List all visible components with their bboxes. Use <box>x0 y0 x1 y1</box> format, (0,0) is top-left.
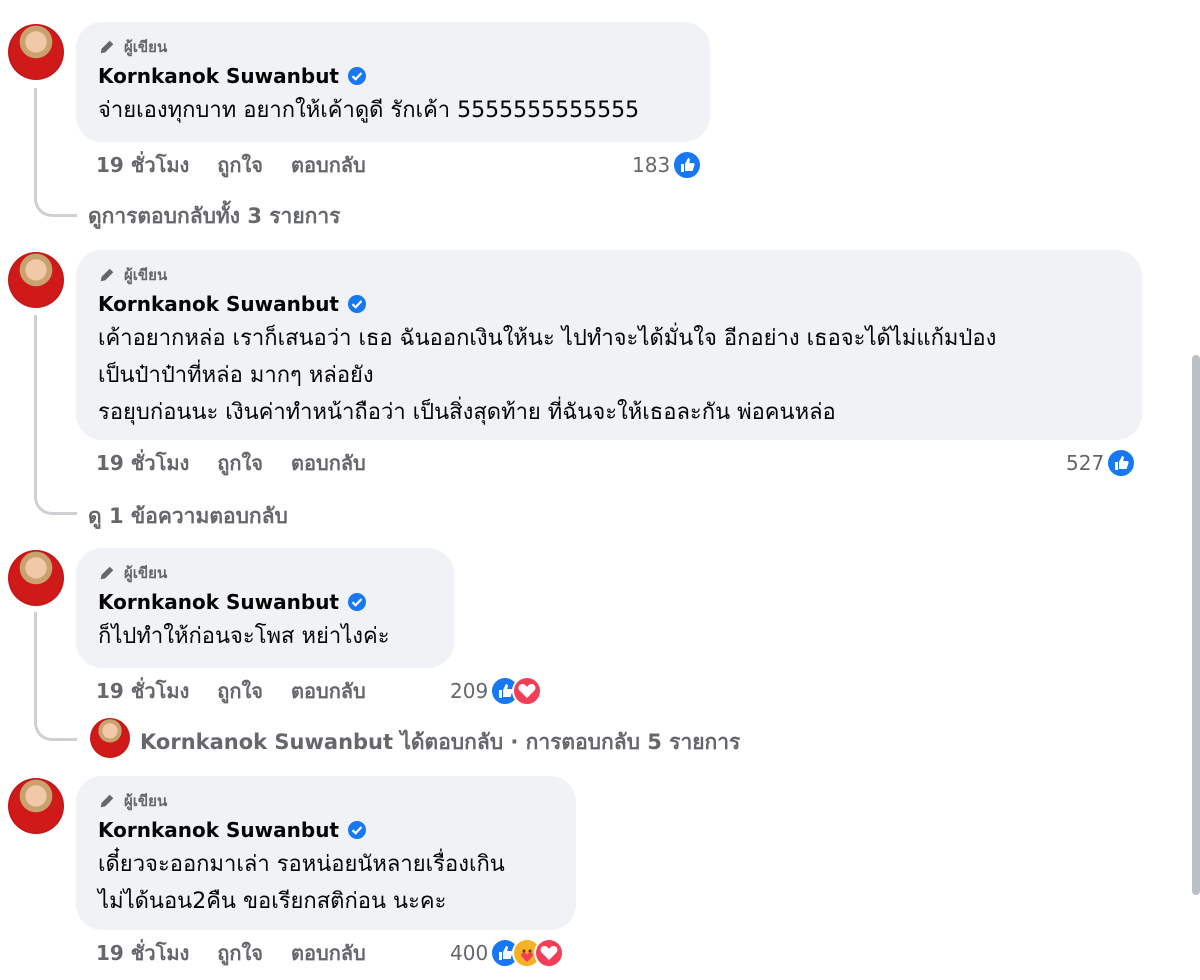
reply-button[interactable]: ตอบกลับ <box>291 937 366 969</box>
commenter-name[interactable]: Kornkanok Suwanbut <box>98 590 339 614</box>
reaction-count: 209 <box>450 679 489 703</box>
reply-button[interactable]: ตอบกลับ <box>291 447 366 479</box>
comment-actions: 19 ชั่วโมง ถูกใจ ตอบกลับ <box>96 938 394 968</box>
comment-text-line: รอยุบก่อนนะ เงินค่าทำหน้าถือว่า เป็นสิ่ง… <box>98 400 836 425</box>
like-button[interactable]: ถูกใจ <box>217 675 263 707</box>
thread-curve <box>34 492 77 515</box>
author-badge: ผู้เขียน <box>98 560 434 586</box>
reply-summary-link[interactable]: Kornkanok Suwanbut ได้ตอบกลับ · การตอบกล… <box>140 726 740 759</box>
comment-bubble: ผู้เขียน Kornkanok Suwanbut จ่ายเองทุกบา… <box>76 22 710 142</box>
pencil-icon <box>100 268 114 282</box>
view-replies-link[interactable]: ดูการตอบกลับทั้ง 3 รายการ <box>88 200 340 233</box>
verified-badge-icon <box>348 821 366 839</box>
comment-time[interactable]: 19 ชั่วโมง <box>96 675 189 707</box>
scrollbar[interactable] <box>1192 355 1200 895</box>
verified-badge-icon <box>348 593 366 611</box>
commenter-name[interactable]: Kornkanok Suwanbut <box>98 818 339 842</box>
comment-bubble: ผู้เขียน Kornkanok Suwanbut เดี๋ยวจะออกม… <box>76 776 576 930</box>
reaction-count: 183 <box>632 153 671 177</box>
comment-time[interactable]: 19 ชั่วโมง <box>96 447 189 479</box>
love-icon <box>512 676 543 706</box>
comment-text-line: ไม่ได้นอน2คืน ขอเรียกสติก่อน นะคะ <box>98 889 447 914</box>
commenter-name[interactable]: Kornkanok Suwanbut <box>98 64 339 88</box>
reaction-count: 400 <box>450 941 489 965</box>
pencil-icon <box>100 40 114 54</box>
reaction-summary[interactable]: 183 <box>632 150 703 180</box>
avatar[interactable] <box>8 24 64 80</box>
comment-text: จ่ายเองทุกบาท อยากให้เค้าดูดี รักเค้า 55… <box>98 98 640 123</box>
like-icon <box>672 150 703 180</box>
author-badge: ผู้เขียน <box>98 262 1122 288</box>
thread-line <box>34 88 37 198</box>
love-icon <box>534 938 565 968</box>
comment-text-line: เดี๋ยวจะออกมาเล่า รอหน่อยนัหลายเรื่องเกิ… <box>98 852 505 877</box>
like-button[interactable]: ถูกใจ <box>217 447 263 479</box>
reaction-summary[interactable]: 209 <box>450 676 543 706</box>
comment-actions: 19 ชั่วโมง ถูกใจ ตอบกลับ <box>96 150 394 180</box>
view-replies-link[interactable]: ดู 1 ข้อความตอบกลับ <box>88 500 288 533</box>
reply-button[interactable]: ตอบกลับ <box>291 149 366 181</box>
author-badge: ผู้เขียน <box>98 788 556 814</box>
avatar[interactable] <box>8 550 64 606</box>
thread-curve <box>34 718 77 741</box>
verified-badge-icon <box>348 295 366 313</box>
comment-actions: 19 ชั่วโมง ถูกใจ ตอบกลับ <box>96 448 394 478</box>
comment-text: ก็ไปทำให้ก่อนจะโพส หย่าไงค่ะ <box>98 624 390 649</box>
comment-bubble: ผู้เขียน Kornkanok Suwanbut เค้าอยากหล่อ… <box>76 250 1142 440</box>
pencil-icon <box>100 794 114 808</box>
like-button[interactable]: ถูกใจ <box>217 937 263 969</box>
avatar[interactable] <box>8 778 64 834</box>
verified-badge-icon <box>348 67 366 85</box>
reaction-count: 527 <box>1066 451 1105 475</box>
reply-avatar[interactable] <box>90 718 130 758</box>
comment-actions: 19 ชั่วโมง ถูกใจ ตอบกลับ <box>96 676 394 706</box>
author-tag: ผู้เขียน <box>124 266 168 284</box>
comment-text-line: เป็นป๋าป๋าที่หล่อ มากๆ หล่อยัง <box>98 363 374 388</box>
avatar[interactable] <box>8 252 64 308</box>
like-icon <box>1106 448 1137 478</box>
reaction-summary[interactable]: 400 <box>450 938 565 968</box>
commenter-name[interactable]: Kornkanok Suwanbut <box>98 292 339 316</box>
comment-text-line: เค้าอยากหล่อ เราก็เสนอว่า เธอ ฉันออกเงิน… <box>98 326 997 351</box>
pencil-icon <box>100 566 114 580</box>
like-button[interactable]: ถูกใจ <box>217 149 263 181</box>
thread-curve <box>34 194 77 217</box>
author-badge: ผู้เขียน <box>98 34 690 60</box>
author-tag: ผู้เขียน <box>124 564 168 582</box>
thread-line <box>34 612 37 722</box>
comment-time[interactable]: 19 ชั่วโมง <box>96 149 189 181</box>
reaction-summary[interactable]: 527 <box>1066 448 1137 478</box>
reply-button[interactable]: ตอบกลับ <box>291 675 366 707</box>
thread-line <box>34 315 37 495</box>
comment-bubble: ผู้เขียน Kornkanok Suwanbut ก็ไปทำให้ก่อ… <box>76 548 454 668</box>
comment-time[interactable]: 19 ชั่วโมง <box>96 937 189 969</box>
author-tag: ผู้เขียน <box>124 792 168 810</box>
author-tag: ผู้เขียน <box>124 38 168 56</box>
